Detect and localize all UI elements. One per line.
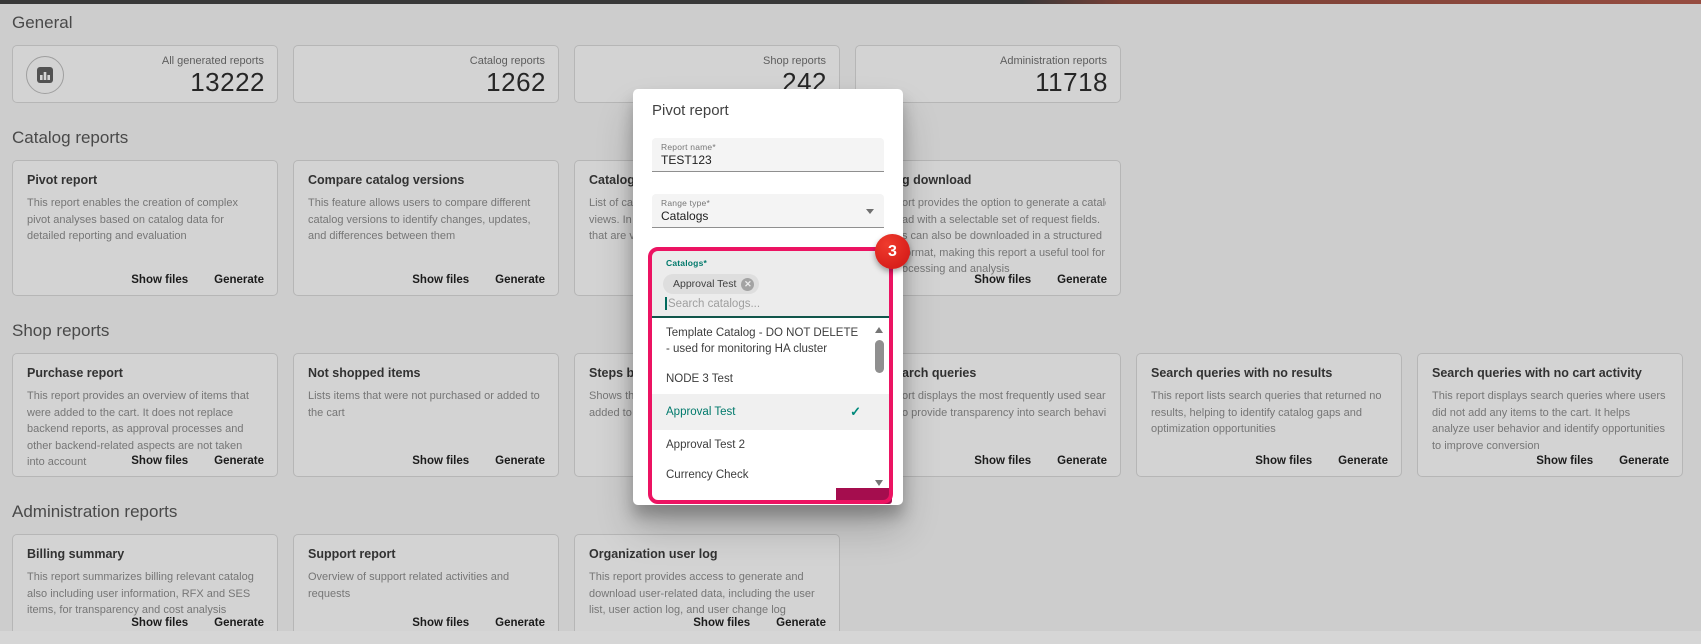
report-name-value: TEST123 <box>661 153 712 167</box>
check-icon: ✓ <box>850 404 861 420</box>
report-name-field[interactable]: Report name* TEST123 <box>652 138 884 172</box>
chevron-down-icon <box>866 209 874 214</box>
catalogs-label: Catalogs* <box>666 258 707 268</box>
report-name-label: Report name* <box>661 142 716 152</box>
scrollbar[interactable] <box>874 318 885 488</box>
catalog-option[interactable]: Approval Test 2 <box>652 430 889 460</box>
scroll-down-icon[interactable] <box>875 480 883 486</box>
pivot-report-dialog: Pivot report Report name* TEST123 Range … <box>633 89 903 505</box>
selected-catalog-chip[interactable]: Approval Test ✕ <box>663 274 759 294</box>
catalog-option[interactable]: Approval Test✓ <box>652 394 889 430</box>
catalog-search-row <box>665 297 848 310</box>
catalog-options-list: Template Catalog - DO NOT DELETE - used … <box>652 318 889 488</box>
range-type-select[interactable]: Range type* Catalogs <box>652 194 884 228</box>
scrollbar-thumb[interactable] <box>875 340 884 373</box>
tutorial-step-badge: 3 <box>875 234 910 269</box>
catalog-option[interactable]: NODE 3 Test <box>652 364 889 394</box>
chip-remove-icon[interactable]: ✕ <box>741 278 754 291</box>
catalog-search-input[interactable] <box>668 298 848 310</box>
range-type-label: Range type* <box>661 198 710 208</box>
reports-page: GeneralAll generated reports13222Catalog… <box>0 0 1701 644</box>
chip-label: Approval Test <box>673 278 736 290</box>
catalog-option[interactable]: Template Catalog - DO NOT DELETE - used … <box>652 318 889 364</box>
catalogs-field[interactable]: Catalogs* Approval Test ✕ <box>652 251 889 318</box>
dialog-title: Pivot report <box>652 102 729 119</box>
scroll-up-icon[interactable] <box>875 327 883 333</box>
range-type-value: Catalogs <box>661 209 708 223</box>
catalog-option[interactable]: Currency Check <box>652 460 889 488</box>
text-cursor <box>665 297 667 310</box>
